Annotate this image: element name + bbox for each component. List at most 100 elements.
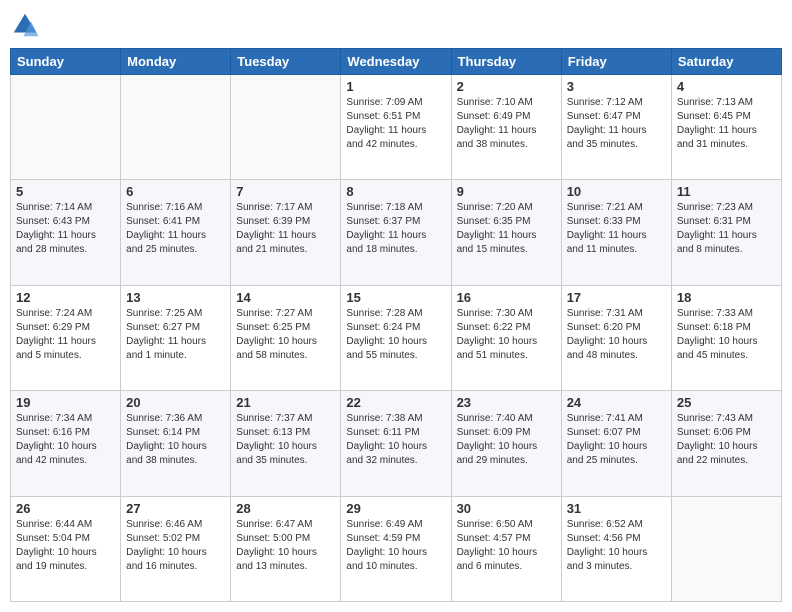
day-info: Sunrise: 7:13 AM Sunset: 6:45 PM Dayligh… <box>677 96 776 152</box>
calendar-cell: 25Sunrise: 7:43 AM Sunset: 6:06 PM Dayli… <box>671 391 781 496</box>
calendar-header-sunday: Sunday <box>11 49 121 75</box>
day-number: 14 <box>236 290 335 305</box>
day-info: Sunrise: 6:47 AM Sunset: 5:00 PM Dayligh… <box>236 518 335 574</box>
calendar-header-monday: Monday <box>121 49 231 75</box>
day-info: Sunrise: 7:24 AM Sunset: 6:29 PM Dayligh… <box>16 307 115 363</box>
day-number: 27 <box>126 501 225 516</box>
calendar-cell: 16 Sunrise: 7:30 AM Sunset: 6:22 PM Dayli… <box>451 285 561 390</box>
day-info: Sunrise: 7:38 AM Sunset: 6:11 PM Dayligh… <box>346 412 445 468</box>
page-container: SundayMondayTuesdayWednesdayThursdayFrid… <box>0 0 792 612</box>
calendar-cell: 11 Sunrise: 7:23 AM Sunset: 6:31 PM Dayli… <box>671 180 781 285</box>
calendar-cell: 3Sunrise: 7:12 AM Sunset: 6:47 PM Daylig… <box>561 75 671 180</box>
day-info: Sunrise: 6:50 AM Sunset: 4:57 PM Dayligh… <box>457 518 556 574</box>
calendar-week-row: 1Sunrise: 7:09 AM Sunset: 6:51 PM Daylig… <box>11 75 782 180</box>
calendar-header-saturday: Saturday <box>671 49 781 75</box>
calendar-cell: 31 Sunrise: 6:52 AM Sunset: 4:56 PM Dayli… <box>561 496 671 601</box>
calendar-cell: 1Sunrise: 7:09 AM Sunset: 6:51 PM Daylig… <box>341 75 451 180</box>
day-number: 28 <box>236 501 335 516</box>
day-number: 20 <box>126 395 225 410</box>
day-number: 11 <box>677 184 776 199</box>
day-info: Sunrise: 7:16 AM Sunset: 6:41 PM Dayligh… <box>126 201 225 257</box>
day-info: Sunrise: 7:23 AM Sunset: 6:31 PM Dayligh… <box>677 201 776 257</box>
calendar-week-row: 26 Sunrise: 6:44 AM Sunset: 5:04 PM Dayli… <box>11 496 782 601</box>
calendar-table: SundayMondayTuesdayWednesdayThursdayFrid… <box>10 48 782 602</box>
day-number: 21 <box>236 395 335 410</box>
day-number: 15 <box>346 290 445 305</box>
day-number: 8 <box>346 184 445 199</box>
day-info: Sunrise: 7:10 AM Sunset: 6:49 PM Dayligh… <box>457 96 556 152</box>
day-number: 7 <box>236 184 335 199</box>
day-number: 3 <box>567 79 666 94</box>
day-number: 19 <box>16 395 115 410</box>
day-info: Sunrise: 7:40 AM Sunset: 6:09 PM Dayligh… <box>457 412 556 468</box>
day-number: 18 <box>677 290 776 305</box>
day-number: 29 <box>346 501 445 516</box>
header <box>10 10 782 40</box>
calendar-cell <box>231 75 341 180</box>
day-info: Sunrise: 7:41 AM Sunset: 6:07 PM Dayligh… <box>567 412 666 468</box>
calendar-cell: 30 Sunrise: 6:50 AM Sunset: 4:57 PM Dayli… <box>451 496 561 601</box>
logo <box>10 10 44 40</box>
calendar-cell: 22 Sunrise: 7:38 AM Sunset: 6:11 PM Dayli… <box>341 391 451 496</box>
day-number: 6 <box>126 184 225 199</box>
calendar-week-row: 19 Sunrise: 7:34 AM Sunset: 6:16 PM Dayli… <box>11 391 782 496</box>
day-number: 17 <box>567 290 666 305</box>
calendar-cell: 23 Sunrise: 7:40 AM Sunset: 6:09 PM Dayli… <box>451 391 561 496</box>
calendar-cell: 5Sunrise: 7:14 AM Sunset: 6:43 PM Daylig… <box>11 180 121 285</box>
calendar-cell: 26 Sunrise: 6:44 AM Sunset: 5:04 PM Dayli… <box>11 496 121 601</box>
calendar-cell: 27 Sunrise: 6:46 AM Sunset: 5:02 PM Dayli… <box>121 496 231 601</box>
calendar-cell <box>11 75 121 180</box>
day-number: 31 <box>567 501 666 516</box>
calendar-cell: 24 Sunrise: 7:41 AM Sunset: 6:07 PM Dayli… <box>561 391 671 496</box>
day-info: Sunrise: 7:30 AM Sunset: 6:22 PM Dayligh… <box>457 307 556 363</box>
day-number: 26 <box>16 501 115 516</box>
calendar-cell: 28 Sunrise: 6:47 AM Sunset: 5:00 PM Dayli… <box>231 496 341 601</box>
calendar-cell: 6 Sunrise: 7:16 AM Sunset: 6:41 PM Daylig… <box>121 180 231 285</box>
day-info: Sunrise: 6:49 AM Sunset: 4:59 PM Dayligh… <box>346 518 445 574</box>
day-number: 12 <box>16 290 115 305</box>
day-number: 2 <box>457 79 556 94</box>
calendar-cell: 20 Sunrise: 7:36 AM Sunset: 6:14 PM Dayli… <box>121 391 231 496</box>
calendar-header-wednesday: Wednesday <box>341 49 451 75</box>
calendar-header-tuesday: Tuesday <box>231 49 341 75</box>
day-number: 9 <box>457 184 556 199</box>
day-info: Sunrise: 7:34 AM Sunset: 6:16 PM Dayligh… <box>16 412 115 468</box>
day-info: Sunrise: 7:20 AM Sunset: 6:35 PM Dayligh… <box>457 201 556 257</box>
calendar-cell: 12 Sunrise: 7:24 AM Sunset: 6:29 PM Dayli… <box>11 285 121 390</box>
day-info: Sunrise: 6:52 AM Sunset: 4:56 PM Dayligh… <box>567 518 666 574</box>
day-number: 30 <box>457 501 556 516</box>
calendar-cell: 18 Sunrise: 7:33 AM Sunset: 6:18 PM Dayli… <box>671 285 781 390</box>
calendar-cell: 2 Sunrise: 7:10 AM Sunset: 6:49 PM Daylig… <box>451 75 561 180</box>
day-info: Sunrise: 7:25 AM Sunset: 6:27 PM Dayligh… <box>126 307 225 363</box>
calendar-header-friday: Friday <box>561 49 671 75</box>
day-info: Sunrise: 7:27 AM Sunset: 6:25 PM Dayligh… <box>236 307 335 363</box>
day-number: 23 <box>457 395 556 410</box>
day-number: 13 <box>126 290 225 305</box>
day-number: 16 <box>457 290 556 305</box>
calendar-cell: 21Sunrise: 7:37 AM Sunset: 6:13 PM Dayli… <box>231 391 341 496</box>
calendar-cell <box>121 75 231 180</box>
day-number: 22 <box>346 395 445 410</box>
logo-icon <box>10 10 40 40</box>
day-info: Sunrise: 6:46 AM Sunset: 5:02 PM Dayligh… <box>126 518 225 574</box>
calendar-cell: 4 Sunrise: 7:13 AM Sunset: 6:45 PM Daylig… <box>671 75 781 180</box>
day-number: 24 <box>567 395 666 410</box>
day-info: Sunrise: 7:31 AM Sunset: 6:20 PM Dayligh… <box>567 307 666 363</box>
day-number: 1 <box>346 79 445 94</box>
calendar-cell: 7 Sunrise: 7:17 AM Sunset: 6:39 PM Daylig… <box>231 180 341 285</box>
day-number: 25 <box>677 395 776 410</box>
day-info: Sunrise: 6:44 AM Sunset: 5:04 PM Dayligh… <box>16 518 115 574</box>
calendar-cell <box>671 496 781 601</box>
day-number: 10 <box>567 184 666 199</box>
day-info: Sunrise: 7:21 AM Sunset: 6:33 PM Dayligh… <box>567 201 666 257</box>
day-info: Sunrise: 7:17 AM Sunset: 6:39 PM Dayligh… <box>236 201 335 257</box>
calendar-week-row: 12 Sunrise: 7:24 AM Sunset: 6:29 PM Dayli… <box>11 285 782 390</box>
calendar-header-row: SundayMondayTuesdayWednesdayThursdayFrid… <box>11 49 782 75</box>
calendar-header-thursday: Thursday <box>451 49 561 75</box>
calendar-week-row: 5Sunrise: 7:14 AM Sunset: 6:43 PM Daylig… <box>11 180 782 285</box>
calendar-cell: 10 Sunrise: 7:21 AM Sunset: 6:33 PM Dayli… <box>561 180 671 285</box>
day-info: Sunrise: 7:36 AM Sunset: 6:14 PM Dayligh… <box>126 412 225 468</box>
calendar-cell: 13 Sunrise: 7:25 AM Sunset: 6:27 PM Dayli… <box>121 285 231 390</box>
day-info: Sunrise: 7:33 AM Sunset: 6:18 PM Dayligh… <box>677 307 776 363</box>
day-number: 4 <box>677 79 776 94</box>
